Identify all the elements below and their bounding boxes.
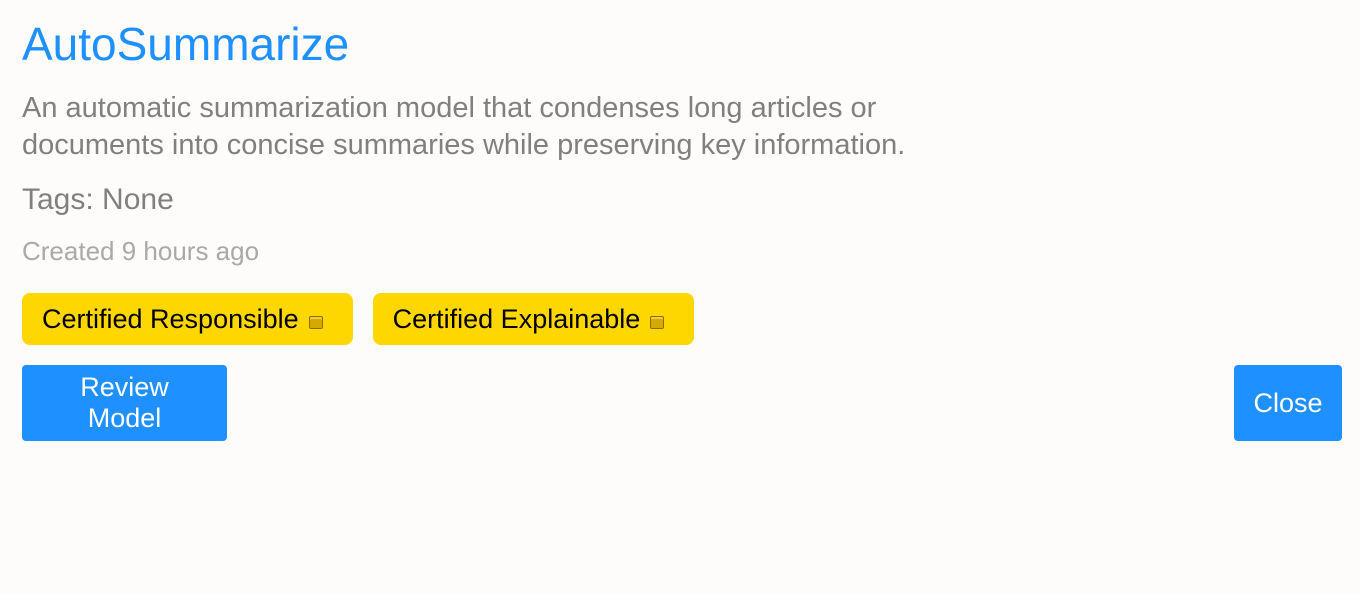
model-detail-panel: AutoSummarize An automatic summarization… <box>0 0 1360 594</box>
badge-certified-explainable: Certified Explainable <box>372 293 695 345</box>
badge-label: Certified Responsible <box>42 303 299 334</box>
model-title: AutoSummarize <box>22 18 350 70</box>
badge-certified-responsible: Certified Responsible <box>22 293 353 345</box>
certification-badges: Certified Responsible Certified Explaina… <box>22 293 695 345</box>
badge-label: Certified Explainable <box>392 303 641 334</box>
model-description: An automatic summarization model that co… <box>22 92 906 161</box>
medal-icon <box>308 315 323 329</box>
medal-icon <box>650 315 665 329</box>
model-tags: Tags: None <box>22 183 174 216</box>
review-model-button[interactable]: Review Model <box>22 365 227 441</box>
close-button[interactable]: Close <box>1234 365 1342 441</box>
created-timestamp: Created 9 hours ago <box>22 236 260 266</box>
